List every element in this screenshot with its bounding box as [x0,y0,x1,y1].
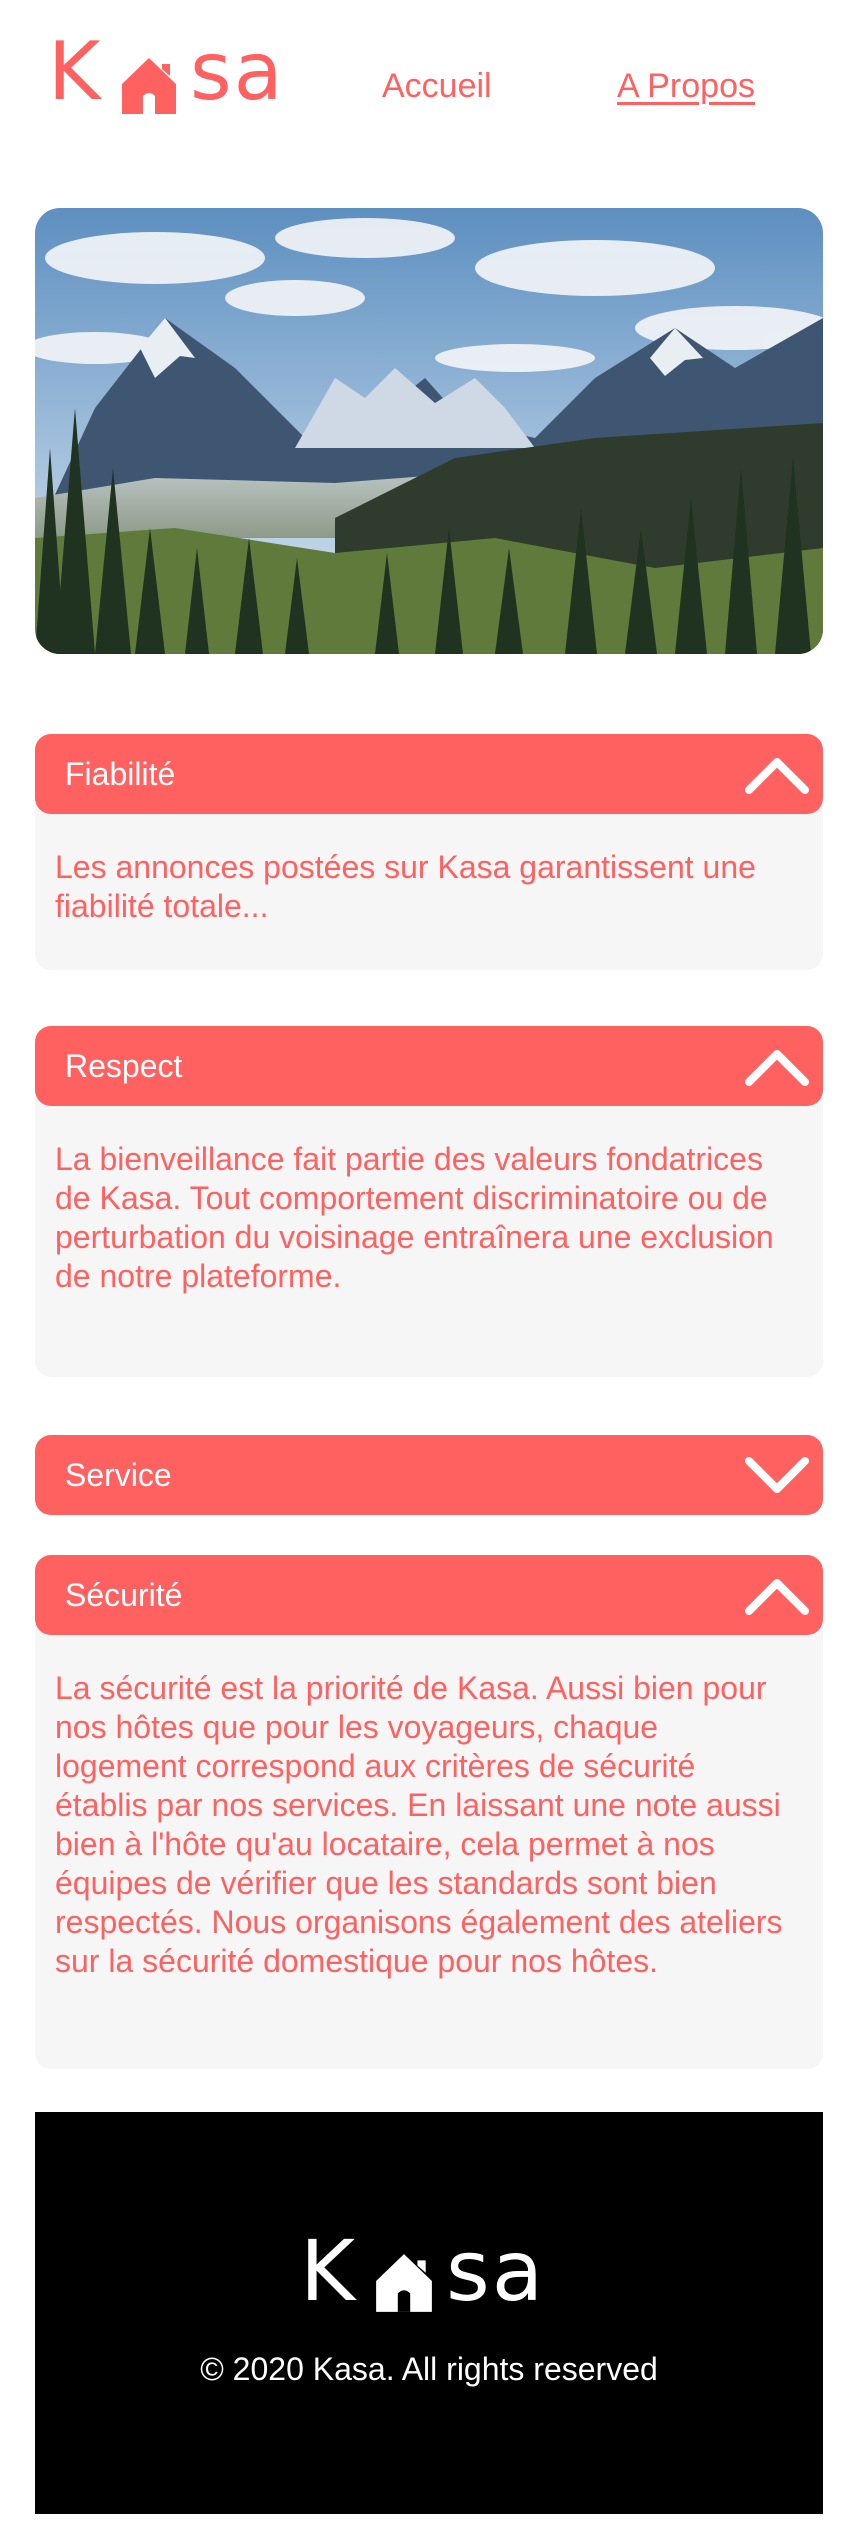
site-header: K sa Accueil A Propos [0,0,844,160]
collapse-content: La sécurité est la priorité de Kasa. Aus… [35,1625,823,2069]
collapse-securite: Sécurité La sécurité est la priorité de … [35,1555,823,2069]
collapse-title: Sécurité [65,1577,183,1613]
collapse-header-service[interactable]: Service [35,1435,823,1515]
collapse-content: Les annonces postées sur Kasa garantisse… [35,804,823,970]
chevron-down-icon[interactable] [741,1439,813,1511]
collapse-title: Service [65,1457,172,1493]
site-footer: K sa © 2020 Kasa. All rights reserved [35,2112,823,2514]
collapse-content: La bienveillance fait partie des valeurs… [35,1096,823,1377]
collapse-service: Service [35,1435,823,1515]
collapse-header-securite[interactable]: Sécurité [35,1555,823,1635]
chevron-up-icon[interactable] [741,738,813,810]
about-banner-image [35,208,823,654]
logo-letter-k: K [48,25,103,118]
copyright-text: © 2020 Kasa. All rights reserved [200,2351,658,2387]
house-icon [122,58,176,114]
collapse-respect: Respect La bienveillance fait partie des… [35,1026,823,1377]
nav-link-home[interactable]: Accueil [382,66,492,106]
chevron-up-icon[interactable] [741,1030,813,1102]
nav-link-about[interactable]: A Propos [617,66,755,106]
footer-logo: K sa [300,2228,560,2318]
house-icon [376,2254,432,2312]
collapse-header-respect[interactable]: Respect [35,1026,823,1106]
logo-letters-sa: sa [446,2222,546,2320]
collapse-fiabilite: Fiabilité Les annonces postées sur Kasa … [35,734,823,970]
collapse-title: Fiabilité [65,756,176,792]
kasa-logo[interactable]: K sa [48,32,308,118]
logo-letters-sa: sa [190,25,285,118]
chevron-up-icon[interactable] [741,1559,813,1631]
collapse-title: Respect [65,1048,183,1084]
collapse-header-fiabilite[interactable]: Fiabilité [35,734,823,814]
logo-letter-k: K [300,2222,358,2320]
